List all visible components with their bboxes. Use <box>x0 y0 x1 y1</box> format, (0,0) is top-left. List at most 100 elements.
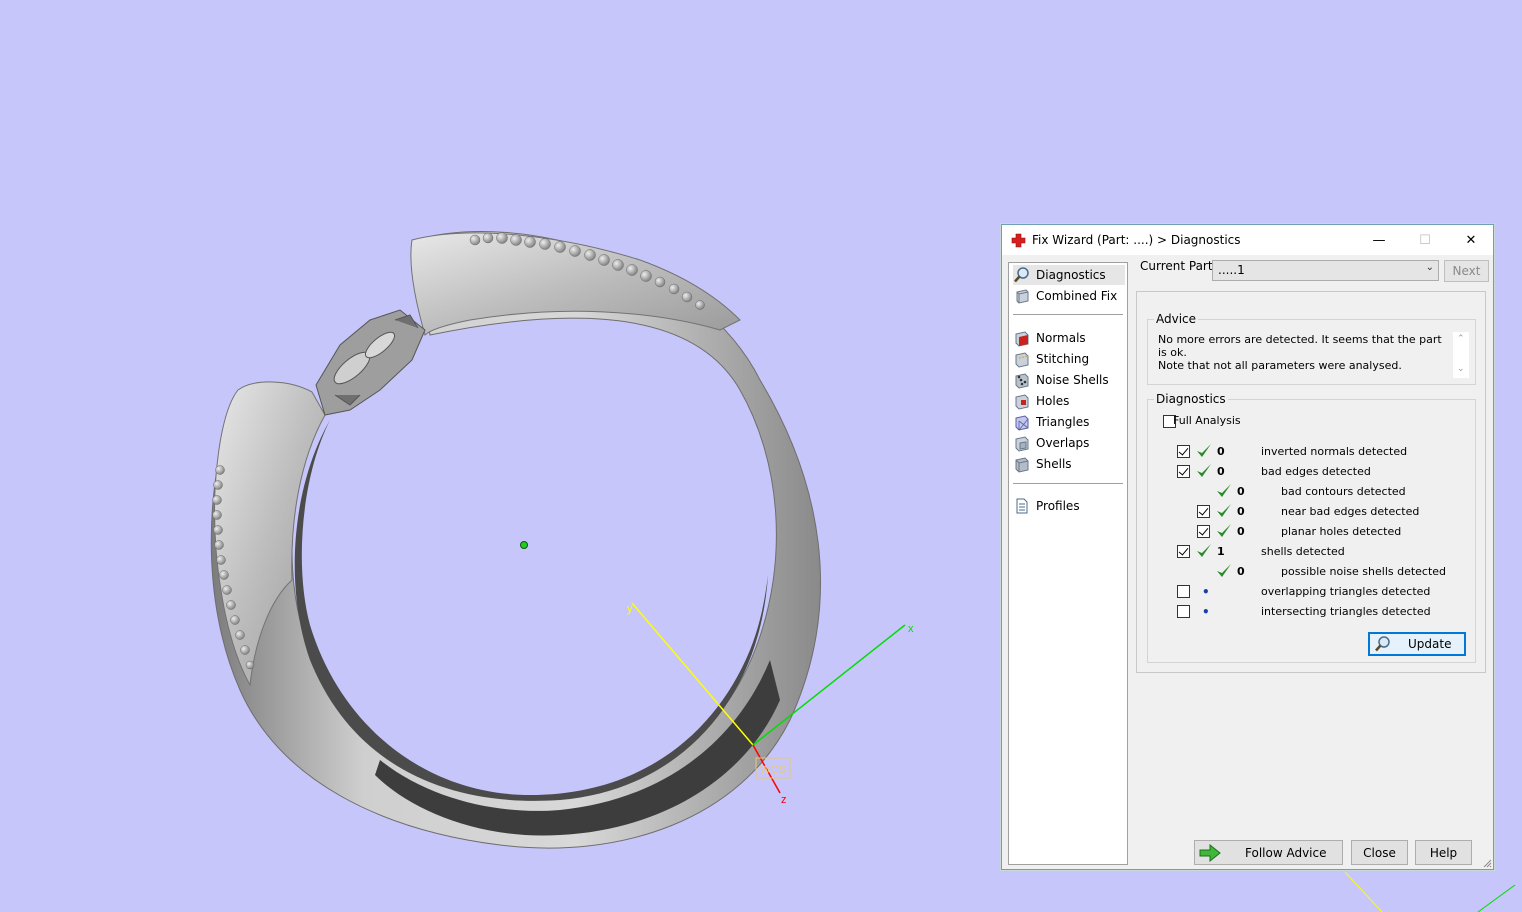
nav-item-profiles[interactable]: Profiles <box>1013 496 1125 516</box>
diagnostic-row: 0 near bad edges detected <box>1148 502 1475 522</box>
current-part-select[interactable]: .....1 ⌄ <box>1212 260 1439 281</box>
nav-item-stitching[interactable]: Stitching <box>1013 349 1125 369</box>
nav-item-label: Shells <box>1036 457 1072 471</box>
fix-wizard-nav: Diagnostics Combined Fix Normals Stitchi… <box>1008 262 1128 865</box>
z-axis-label: z <box>781 794 787 806</box>
diagnostic-row: 0 possible noise shells detected <box>1148 562 1475 582</box>
nav-item-label: Stitching <box>1036 352 1090 366</box>
diagnostic-row: 0 inverted normals detected <box>1148 442 1475 462</box>
green-check-icon <box>1217 504 1231 517</box>
diagnostic-checkbox[interactable] <box>1197 525 1210 538</box>
resize-grip-icon[interactable] <box>1482 858 1492 868</box>
nav-item-normals[interactable]: Normals <box>1013 328 1125 348</box>
diagnostic-count: 0 <box>1237 565 1245 578</box>
diagnostic-count: 0 <box>1217 465 1225 478</box>
nav-item-noise-shells[interactable]: Noise Shells <box>1013 370 1125 390</box>
diagnostics-panel: Advice No more errors are detected. It s… <box>1136 291 1486 673</box>
diagnostic-count: 0 <box>1237 525 1245 538</box>
nav-item-triangles[interactable]: Triangles <box>1013 412 1125 432</box>
diagnostic-label: possible noise shells detected <box>1281 565 1447 578</box>
full-analysis-label: Full Analysis <box>1173 414 1241 427</box>
diagnostic-checkbox[interactable] <box>1177 445 1190 458</box>
next-button[interactable]: Next <box>1444 260 1489 282</box>
diagnostic-label: overlapping triangles detected <box>1261 585 1431 598</box>
diagnostic-label: bad contours detected <box>1281 485 1406 498</box>
update-button[interactable]: Update <box>1368 632 1466 656</box>
maximize-button[interactable]: ☐ <box>1402 225 1448 255</box>
red-cross-icon <box>1011 233 1026 248</box>
green-check-icon <box>1197 444 1211 457</box>
diagnostic-checkbox[interactable] <box>1177 605 1190 618</box>
diagnostic-count: 0 <box>1237 505 1245 518</box>
nav-item-holes[interactable]: Holes <box>1013 391 1125 411</box>
fix-wizard-dialog[interactable]: Fix Wizard (Part: ....) > Diagnostics — … <box>1001 224 1494 870</box>
not-analysed-dot-icon: • <box>1202 585 1210 599</box>
nav-item-label: Combined Fix <box>1036 289 1118 303</box>
scroll-up-icon[interactable]: ⌃ <box>1457 334 1465 344</box>
update-label: Update <box>1408 637 1452 651</box>
title-bar[interactable]: Fix Wizard (Part: ....) > Diagnostics — … <box>1002 225 1493 255</box>
diagnostic-count: 0 <box>1237 485 1245 498</box>
close-button[interactable]: Close <box>1351 840 1408 865</box>
shells-icon <box>1015 457 1029 473</box>
advice-title: Advice <box>1154 312 1199 326</box>
follow-advice-label: Follow Advice <box>1245 846 1327 860</box>
scroll-down-icon[interactable]: ⌄ <box>1457 364 1465 374</box>
current-part-value: .....1 <box>1218 263 1245 277</box>
chevron-down-icon: ⌄ <box>1425 262 1434 273</box>
y-axis-label: y <box>627 603 633 615</box>
diagnostic-label: planar holes detected <box>1281 525 1402 538</box>
green-check-icon <box>1217 484 1231 497</box>
diagnostics-title: Diagnostics <box>1154 392 1228 406</box>
nav-item-shells[interactable]: Shells <box>1013 454 1125 474</box>
nav-item-label: Profiles <box>1036 499 1080 513</box>
minimize-button[interactable]: — <box>1356 225 1402 255</box>
advice-scrollbar[interactable]: ⌃ ⌄ <box>1453 332 1469 378</box>
overlaps-icon <box>1015 436 1029 452</box>
normals-icon <box>1015 331 1029 347</box>
nav-item-diagnostics[interactable]: Diagnostics <box>1013 265 1125 285</box>
diagnostic-row: 0 planar holes detected <box>1148 522 1475 542</box>
profiles-icon <box>1016 498 1028 514</box>
nav-item-label: Diagnostics <box>1036 268 1106 282</box>
diagnostic-label: inverted normals detected <box>1261 445 1408 458</box>
not-analysed-dot-icon: • <box>1202 605 1210 619</box>
diagnostic-checkbox[interactable] <box>1197 505 1210 518</box>
green-check-icon <box>1197 544 1211 557</box>
diagnostic-row: • overlapping triangles detected <box>1148 582 1475 602</box>
rotation-center-marker <box>520 541 528 549</box>
diagnostic-label: near bad edges detected <box>1281 505 1420 518</box>
green-arrow-icon <box>1199 844 1221 862</box>
minimize-icon: — <box>1372 232 1386 248</box>
nav-item-combined-fix[interactable]: Combined Fix <box>1013 286 1125 306</box>
diagnostic-row: 1 shells detected <box>1148 542 1475 562</box>
wcs-label: WCS <box>760 764 786 776</box>
green-check-icon <box>1197 464 1211 477</box>
nav-separator <box>1013 483 1123 484</box>
nav-item-label: Noise Shells <box>1036 373 1109 387</box>
nav-separator <box>1013 314 1123 315</box>
close-window-button[interactable]: ✕ <box>1448 225 1494 255</box>
stitching-icon <box>1015 352 1029 368</box>
dialog-title: Fix Wizard (Part: ....) > Diagnostics <box>1032 233 1241 247</box>
follow-advice-button[interactable]: Follow Advice <box>1194 840 1343 865</box>
current-part-label: Current Part: <box>1140 259 1217 273</box>
diagnostic-label: shells detected <box>1261 545 1345 558</box>
x-axis-label: x <box>908 623 914 635</box>
nav-item-label: Normals <box>1036 331 1086 345</box>
holes-icon <box>1015 394 1029 410</box>
magnifier-icon <box>1014 267 1029 283</box>
nav-item-overlaps[interactable]: Overlaps <box>1013 433 1125 453</box>
ring-model[interactable] <box>210 230 821 849</box>
nav-item-label: Overlaps <box>1036 436 1090 450</box>
diagnostic-checkbox[interactable] <box>1177 585 1190 598</box>
diagnostic-checkbox[interactable] <box>1177 545 1190 558</box>
diagnostic-label: bad edges detected <box>1261 465 1371 478</box>
nav-item-label: Holes <box>1036 394 1070 408</box>
diagnostics-group: Diagnostics Full Analysis 0 inverted norm… <box>1147 392 1476 663</box>
diagnostic-row: • intersecting triangles detected <box>1148 602 1475 622</box>
diagnostic-checkbox[interactable] <box>1177 465 1190 478</box>
advice-group: Advice No more errors are detected. It s… <box>1147 312 1476 385</box>
magnifier-icon <box>1375 636 1390 652</box>
help-button[interactable]: Help <box>1415 840 1472 865</box>
